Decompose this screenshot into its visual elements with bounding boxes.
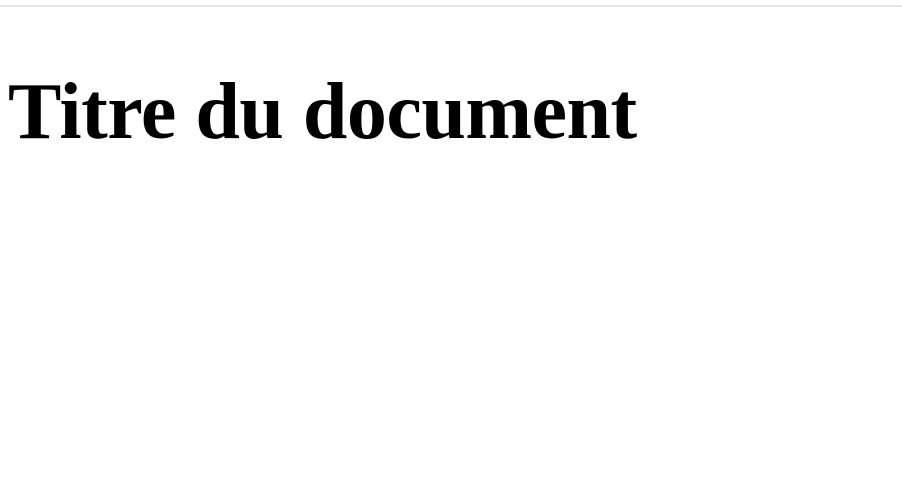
page-viewport: Titre du document [0,0,902,488]
page-title: Titre du document [8,68,637,156]
top-divider [0,5,902,7]
